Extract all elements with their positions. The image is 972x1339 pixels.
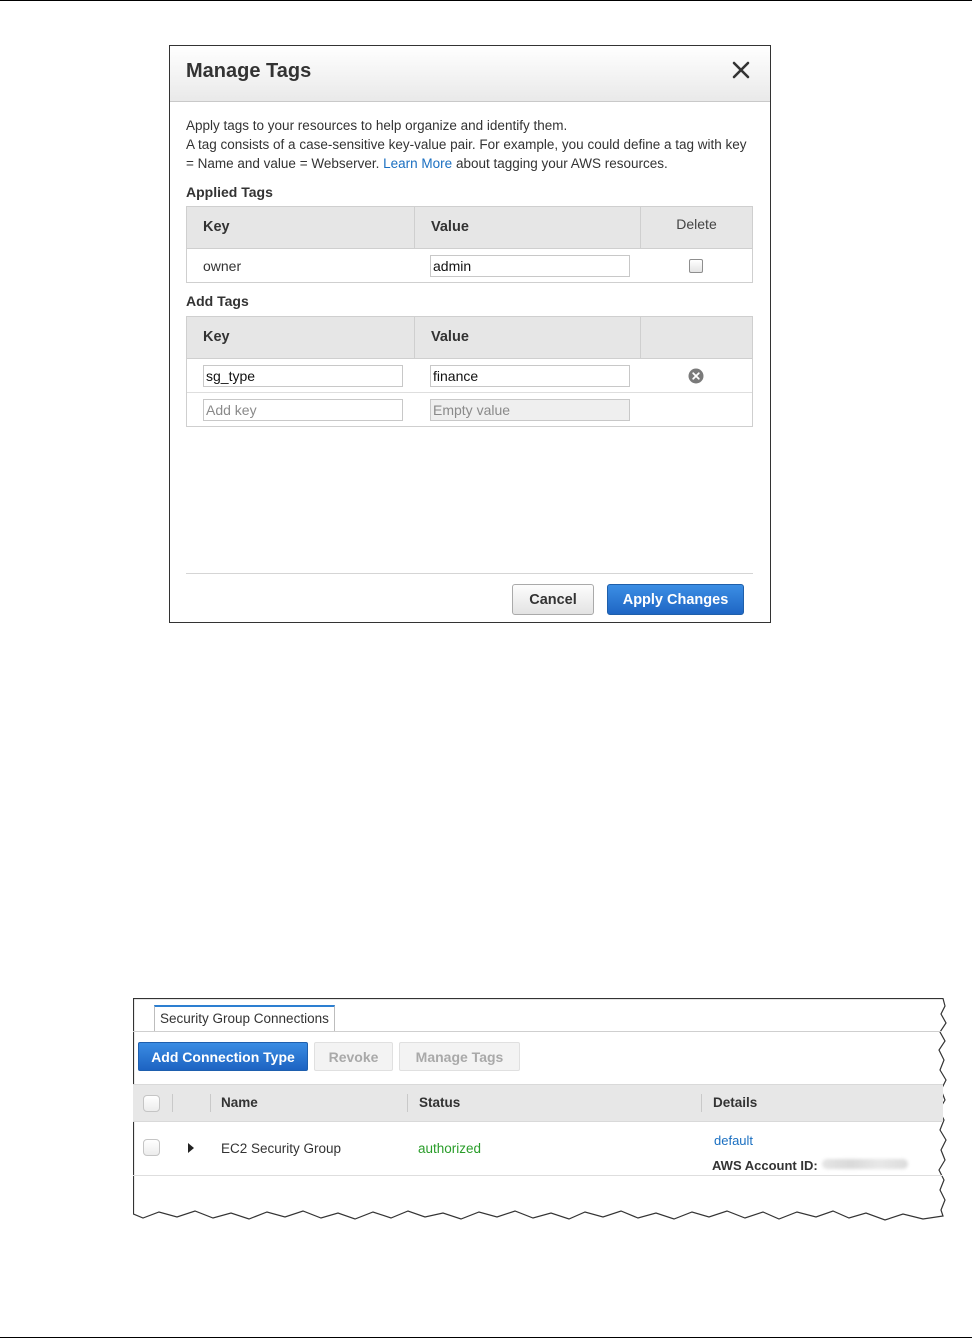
add-connection-type-button[interactable]: Add Connection Type [138, 1042, 308, 1071]
new-tag-value-cell [414, 398, 640, 421]
column-divider [701, 1094, 702, 1112]
add-tags-table: Key Value [186, 316, 753, 427]
cancel-button[interactable]: Cancel [512, 584, 594, 615]
column-key: Key [203, 329, 230, 345]
intro-line-1: Apply tags to your resources to help org… [186, 118, 568, 133]
applied-tag-delete-cell [640, 258, 752, 273]
dialog-intro-text: Apply tags to your resources to help org… [186, 116, 756, 173]
tab-strip-line [133, 1031, 941, 1032]
learn-more-link[interactable]: Learn More [383, 156, 452, 171]
new-tag-value-input [430, 398, 630, 421]
delete-tag-checkbox[interactable] [689, 258, 703, 273]
add-tags-heading: Add Tags [186, 293, 249, 309]
remove-tag-icon[interactable] [688, 368, 704, 384]
row-name: EC2 Security Group [221, 1141, 342, 1156]
new-tag-row [187, 392, 752, 426]
add-tag-row [187, 359, 752, 392]
row-select-checkbox[interactable] [143, 1139, 160, 1156]
column-divider [210, 1094, 211, 1112]
column-actions [640, 317, 752, 358]
column-name: Name [221, 1095, 258, 1110]
revoke-button[interactable]: Revoke [314, 1042, 393, 1071]
redacted-account-id [822, 1159, 908, 1169]
column-status: Status [419, 1095, 461, 1110]
new-tag-key-cell [187, 398, 414, 421]
applied-tag-value-input[interactable] [430, 254, 630, 277]
expand-row-icon[interactable] [188, 1143, 194, 1153]
manage-tags-button[interactable]: Manage Tags [399, 1042, 520, 1071]
row-status: authorized [418, 1141, 482, 1156]
apply-changes-button[interactable]: Apply Changes [607, 584, 744, 615]
add-tags-header: Key Value [187, 317, 752, 359]
security-group-connections-panel: Security Group Connections Add Connectio… [133, 998, 951, 1230]
intro-line-2: A tag consists of a case-sensitive key-v… [186, 137, 747, 152]
intro-line-3-start: = Name and value = Webserver. [186, 156, 380, 171]
add-tag-value-input[interactable] [430, 364, 630, 387]
dialog-header: Manage Tags [170, 46, 770, 102]
table-row: EC2 Security Group authorized default AW… [133, 1122, 943, 1176]
intro-line-3: = Name and value = Webserver. Learn More… [186, 154, 756, 173]
applied-tags-header: Key Value Delete [187, 207, 752, 249]
tab-security-group-connections[interactable]: Security Group Connections [154, 1005, 335, 1031]
intro-line-3-end: about tagging your AWS resources. [455, 156, 668, 171]
close-icon[interactable] [730, 59, 752, 81]
column-key: Key [203, 219, 230, 235]
applied-tag-key: owner [203, 257, 242, 274]
applied-tag-row: owner [187, 249, 752, 282]
column-details: Details [713, 1095, 758, 1110]
dialog-footer-divider [186, 573, 753, 574]
add-tag-key-input[interactable] [203, 364, 403, 387]
column-value: Value [414, 317, 640, 358]
page-top-rule [0, 0, 972, 1]
applied-tags-table: Key Value Delete owner [186, 206, 753, 283]
connections-table-header: Name Status Details [133, 1084, 943, 1122]
add-tag-key-cell [187, 364, 414, 387]
add-tag-value-cell [414, 364, 640, 387]
column-divider [407, 1094, 408, 1112]
page-bottom-rule [0, 1337, 972, 1338]
applied-tag-value-cell [414, 254, 640, 277]
dialog-title: Manage Tags [186, 60, 312, 82]
new-tag-key-input[interactable] [203, 398, 403, 421]
add-tag-remove-cell [640, 368, 752, 384]
aws-account-id-label: AWS Account ID: [712, 1158, 818, 1173]
details-default-link[interactable]: default [714, 1133, 753, 1148]
manage-tags-dialog: Manage Tags Apply tags to your resources… [169, 45, 771, 623]
select-all-checkbox[interactable] [143, 1095, 160, 1112]
column-delete: Delete [640, 207, 752, 248]
applied-tags-heading: Applied Tags [186, 184, 273, 200]
column-divider [172, 1094, 173, 1112]
column-value: Value [414, 207, 640, 248]
